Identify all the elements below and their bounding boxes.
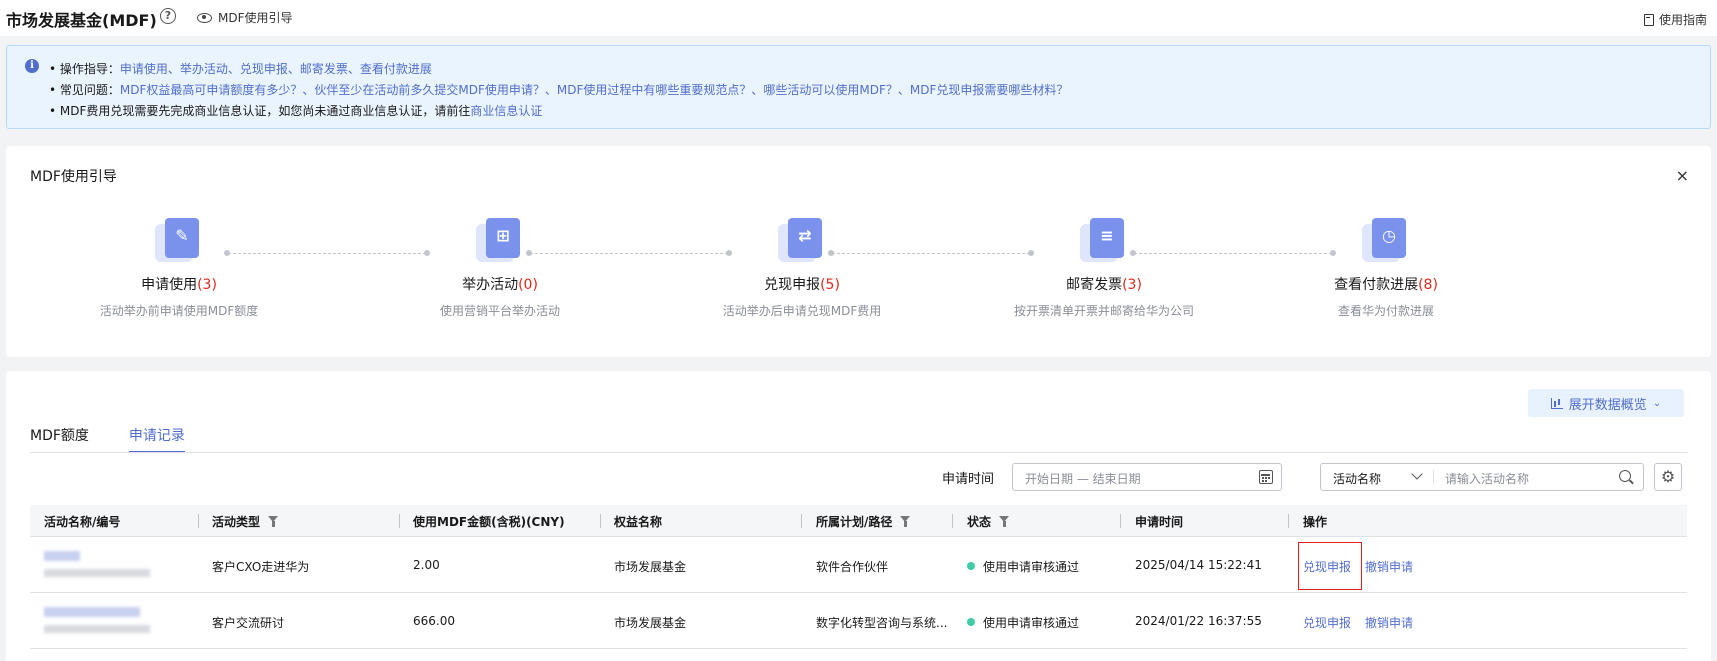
step-connector [526,250,732,256]
records-panel: 展开数据概览 ⌄ MDF额度 申请记录 申请时间 开始日期 — 结束日期 活动名… [6,371,1711,661]
notice-line-faq: • 常见问题：MDF权益最高可申请额度有多少？、伙伴至少在活动前多久提交MDF使… [49,83,1069,97]
help-icon[interactable]: ? [160,8,176,24]
status-badge: 使用申请审核通过 [967,558,1079,575]
date-filter-label: 申请时间 [942,472,995,487]
mdf-guide-label: MDF使用引导 [218,11,293,25]
redeem-button[interactable]: 兑现申报 [1303,614,1351,631]
table-header: 活动名称/编号 活动类型 使用MDF金额(含税)(CNY) 权益名称 所属计划/… [30,505,1687,537]
document-icon [1643,13,1654,26]
filter-icon[interactable] [900,516,911,527]
close-icon[interactable]: × [1676,166,1689,185]
search-input[interactable]: 请输入活动名称 [1445,470,1529,487]
notice-line-guide: • 操作指导：申请使用、举办活动、兑现申报、邮寄发票、查看付款进展 [49,62,432,76]
info-icon: i [25,59,39,73]
page-title: 市场发展基金(MDF) [6,11,157,30]
col-benefit: 权益名称 [614,515,663,529]
step-apply[interactable]: ✎ 申请使用(3) 活动举办前申请使用MDF额度 [79,216,279,319]
tab-mdf-quota[interactable]: MDF额度 [30,425,89,453]
tabs-divider [30,452,1687,453]
step-redeem[interactable]: ⇄ 兑现申报(5) 活动举办后申请兑现MDF费用 [702,216,902,319]
step-payment[interactable]: ◷ 查看付款进展(8) 查看华为付款进展 [1286,216,1486,319]
redacted-activity-name [44,551,80,561]
chevron-down-icon [1411,468,1423,480]
exchange-icon: ⇄ [778,216,826,264]
operation-guide-links[interactable]: 申请使用、举办活动、兑现申报、邮寄发票、查看付款进展 [120,62,432,76]
eye-icon [197,12,212,23]
status-badge: 使用申请审核通过 [967,614,1079,631]
redacted-activity-id [44,625,150,633]
business-cert-link[interactable]: 商业信息认证 [470,104,542,118]
col-activity-name: 活动名称/编号 [44,515,121,529]
manual-label: 使用指南 [1658,13,1707,27]
mdf-guide-toggle[interactable]: MDF使用引导 [197,9,293,26]
payment-clock-icon: ◷ [1362,216,1410,264]
redacted-activity-name [44,607,140,617]
bar-chart-icon [1550,397,1563,409]
apply-doc-icon: ✎ [155,216,203,264]
chevron-down-icon: ⌄ [1652,397,1662,409]
search-field-select[interactable]: 活动名称 [1333,470,1381,487]
col-apply-time: 申请时间 [1135,515,1184,529]
step-invoice[interactable]: ≡ 邮寄发票(3) 按开票清单开票并邮寄给华为公司 [1004,216,1204,319]
page-header: 市场发展基金(MDF) ? MDF使用引导 使用指南 [0,0,1717,36]
filter-icon[interactable] [268,516,279,527]
col-activity-type: 活动类型 [212,513,279,530]
step-connector [828,250,1034,256]
tab-bar: MDF额度 申请记录 [30,425,185,453]
activity-search[interactable]: 活动名称 请输入活动名称 [1320,463,1644,491]
date-range-picker[interactable]: 开始日期 — 结束日期 [1012,463,1282,491]
invoice-icon: ≡ [1080,216,1128,264]
table-row: 客户CXO走进华为 2.00 市场发展基金 软件合作伙伴 使用申请审核通过 20… [30,537,1687,593]
faq-links[interactable]: MDF权益最高可申请额度有多少？、伙伴至少在活动前多久提交MDF使用申请？、MD… [120,83,1069,97]
step-activity[interactable]: ⊞ 举办活动(0) 使用营销平台举办活动 [400,216,600,319]
info-notice: i • 操作指导：申请使用、举办活动、兑现申报、邮寄发票、查看付款进展 • 常见… [6,45,1711,129]
activity-icon: ⊞ [476,216,524,264]
col-status: 状态 [967,513,1010,530]
redacted-activity-id [44,569,150,577]
step-connector [224,250,430,256]
status-dot-icon [967,562,975,570]
column-settings-button[interactable]: ⚙ [1654,463,1682,491]
calendar-icon [1259,470,1273,484]
col-plan: 所属计划/路径 [816,513,911,530]
tab-apply-records[interactable]: 申请记录 [128,425,185,453]
table-row: 客户交流研讨 666.00 市场发展基金 数字化转型咨询与系统... 使用申请审… [30,593,1687,649]
revoke-button[interactable]: 撤销申请 [1365,614,1413,631]
gear-icon: ⚙ [1660,467,1676,486]
revoke-button[interactable]: 撤销申请 [1365,558,1413,575]
status-dot-icon [967,618,975,626]
manual-link[interactable]: 使用指南 [1643,11,1707,28]
notice-line-cert: • MDF费用兑现需要先完成商业信息认证，如您尚未通过商业信息认证，请前往商业信… [49,104,543,118]
redeem-button[interactable]: 兑现申报 [1303,558,1351,575]
search-icon[interactable] [1619,470,1631,482]
col-actions: 操作 [1303,515,1328,529]
filter-icon[interactable] [999,516,1010,527]
col-amount: 使用MDF金额(含税)(CNY) [413,515,565,529]
expand-overview-button[interactable]: 展开数据概览 ⌄ [1528,389,1684,417]
mdf-guide-panel: MDF使用引导 × ✎ 申请使用(3) 活动举办前申请使用MDF额度 ⊞ 举办活… [6,146,1711,357]
guide-title: MDF使用引导 [30,169,117,185]
